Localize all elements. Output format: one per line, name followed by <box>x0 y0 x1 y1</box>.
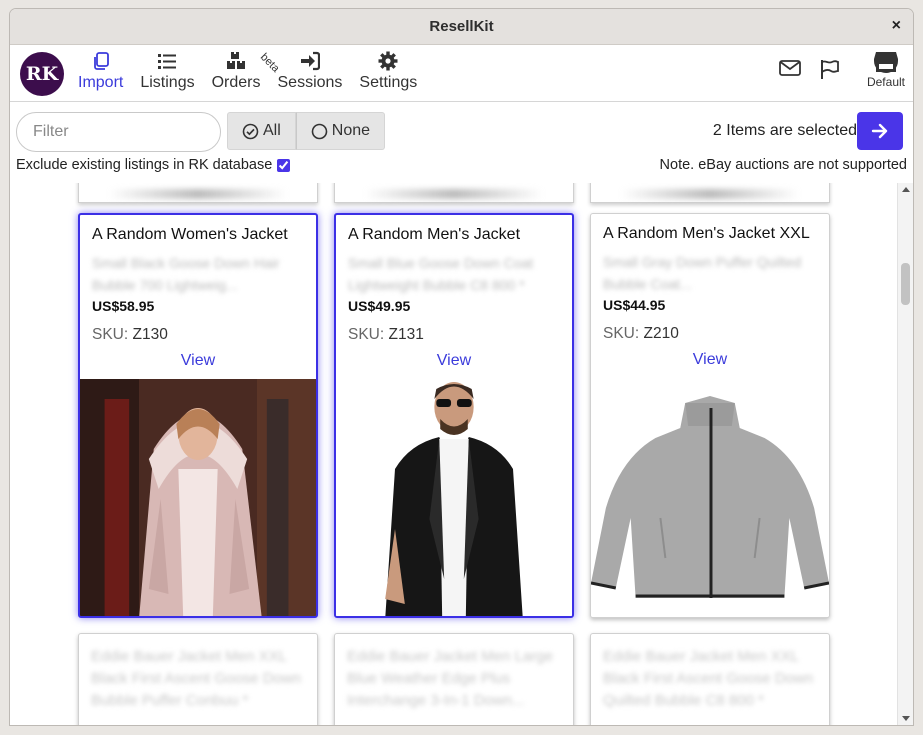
card-sku: SKU: Z210 <box>603 325 829 343</box>
main-nav: Import Listings beta Orders Sessions Set… <box>72 51 428 92</box>
product-image <box>591 378 829 617</box>
card-sku: SKU: Z131 <box>348 326 572 344</box>
close-icon[interactable]: × <box>892 17 901 35</box>
partial-card <box>590 183 830 203</box>
copy-icon <box>93 52 109 70</box>
sku-label: SKU: <box>603 325 640 342</box>
card-title: A Random Men's Jacket <box>348 226 521 243</box>
sku-value: Z130 <box>132 326 168 343</box>
card-title: Eddie Bauer Jacket Men XXL Black First A… <box>91 648 302 709</box>
listing-card[interactable]: A Random Men's Jacket XXL Small Gray Dow… <box>590 213 830 618</box>
card-description: Small Gray Down Puffer Quilted Bubble Co… <box>603 254 802 292</box>
boxes-icon <box>227 52 246 69</box>
logo: RK <box>20 52 64 96</box>
card-price: US$44.95 <box>603 297 666 313</box>
store-icon <box>873 52 898 73</box>
nav-settings[interactable]: Settings <box>353 51 423 92</box>
flag-icon[interactable] <box>819 59 841 84</box>
sign-in-icon <box>300 51 320 71</box>
auction-note: Note. eBay auctions are not supported <box>659 157 907 173</box>
store-selector[interactable]: Default <box>867 51 905 89</box>
card-description: Small Black Goose Down Hair Bubble 700 L… <box>92 255 280 293</box>
product-image <box>80 379 316 616</box>
nav-settings-label: Settings <box>359 74 418 91</box>
partial-card <box>78 183 318 203</box>
view-link[interactable]: View <box>80 352 316 370</box>
card-title: A Random Men's Jacket XXL <box>603 225 810 242</box>
toolbar: RK Import Listings beta Orders Sessions <box>10 45 913 102</box>
nav-import-label: Import <box>78 74 124 91</box>
card-title: Eddie Bauer Jacket Men Large Blue Weathe… <box>347 648 553 709</box>
scroll-thumb[interactable] <box>901 263 910 305</box>
view-link[interactable]: View <box>336 352 572 370</box>
arrow-right-icon <box>871 123 888 139</box>
window-title: ResellKit <box>429 18 494 35</box>
select-none-button[interactable]: None <box>295 112 386 150</box>
store-label: Default <box>866 75 905 89</box>
gear-icon <box>378 51 398 71</box>
select-toggle: All None <box>227 112 386 150</box>
card-sku: SKU: Z130 <box>92 326 316 344</box>
listing-card[interactable]: A Random Men's Jacket Small Blue Goose D… <box>334 213 574 618</box>
listing-card[interactable]: A Random Women's Jacket Small Black Goos… <box>78 213 318 618</box>
select-all-button[interactable]: All <box>227 112 296 150</box>
filter-bar: All None 2 Items are selected Exclude ex… <box>10 102 913 173</box>
proceed-button[interactable] <box>857 112 903 150</box>
card-price: US$49.95 <box>348 298 411 314</box>
exclude-label: Exclude existing listings in RK database <box>16 157 273 173</box>
nav-sessions-label: Sessions <box>277 74 343 91</box>
nav-listings-label: Listings <box>140 74 195 91</box>
circle-icon <box>311 123 328 139</box>
nav-sessions[interactable]: Sessions <box>272 51 349 92</box>
sku-label: SKU: <box>92 326 129 343</box>
exclude-option[interactable]: Exclude existing listings in RK database <box>16 157 291 173</box>
scroll-up-icon[interactable] <box>902 187 910 192</box>
sku-value: Z210 <box>643 325 679 342</box>
product-image <box>336 379 572 616</box>
listing-card[interactable]: Eddie Bauer Jacket Men XXL Black First A… <box>78 633 318 725</box>
app-window: ResellKit × RK Import Listings beta Orde… <box>9 8 914 726</box>
toolbar-right: Default <box>761 51 905 89</box>
listing-card[interactable]: Eddie Bauer Jacket Men XXL Black First A… <box>590 633 830 725</box>
sku-label: SKU: <box>348 326 385 343</box>
card-description: Small Blue Goose Down Coat Lightweight B… <box>348 255 534 293</box>
title-bar: ResellKit × <box>10 9 913 45</box>
filter-input[interactable] <box>16 112 221 152</box>
nav-orders[interactable]: beta Orders <box>206 51 282 92</box>
select-none-label: None <box>331 122 371 139</box>
listing-card[interactable]: Eddie Bauer Jacket Men Large Blue Weathe… <box>334 633 574 725</box>
card-price: US$58.95 <box>92 298 155 314</box>
nav-import[interactable]: Import <box>72 51 129 92</box>
view-link[interactable]: View <box>591 351 829 369</box>
sku-value: Z131 <box>388 326 424 343</box>
scroll-down-icon[interactable] <box>902 716 910 721</box>
exclude-checkbox[interactable] <box>277 158 291 172</box>
card-title: Eddie Bauer Jacket Men XXL Black First A… <box>603 648 814 709</box>
vertical-scrollbar[interactable] <box>897 183 913 725</box>
nav-orders-label: Orders <box>211 74 261 91</box>
selection-count: 2 Items are selected <box>712 122 857 139</box>
envelope-icon[interactable] <box>779 59 801 82</box>
list-icon <box>158 54 177 69</box>
card-title: A Random Women's Jacket <box>92 226 288 243</box>
nav-listings[interactable]: Listings <box>134 51 200 92</box>
partial-card <box>334 183 574 203</box>
select-all-label: All <box>263 122 281 139</box>
listing-grid: A Random Women's Jacket Small Black Goos… <box>10 183 898 725</box>
check-circle-icon <box>242 123 259 139</box>
